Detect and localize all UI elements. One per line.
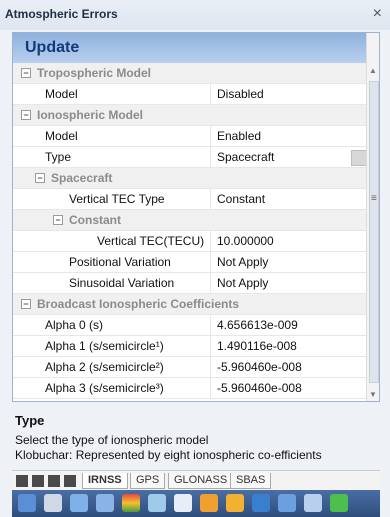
panel-header-label: Update xyxy=(25,39,80,56)
property-grid: − Tropospheric Model Model Disabled − Io… xyxy=(13,63,369,399)
property-row[interactable]: Alpha 2 (s/semicircle²) -5.960460e-008 xyxy=(13,357,369,378)
category-label: Broadcast Ionospheric Coefficients xyxy=(37,297,240,311)
property-row[interactable]: Model Enabled xyxy=(13,126,369,147)
app-icon[interactable] xyxy=(148,494,166,512)
property-row[interactable]: Vertical TEC(TECU) 10.000000 xyxy=(13,231,369,252)
app-icon[interactable] xyxy=(70,494,88,512)
collapse-icon[interactable]: − xyxy=(53,215,63,225)
property-row[interactable]: Alpha 1 (s/semicircle¹) 1.490116e-008 xyxy=(13,336,369,357)
category-label: Constant xyxy=(69,213,121,227)
property-name: Model xyxy=(45,129,78,143)
category-ionospheric-model[interactable]: − Ionospheric Model xyxy=(13,105,369,126)
app-icon[interactable] xyxy=(18,494,36,512)
property-name: Model xyxy=(45,87,78,101)
collapse-icon[interactable]: − xyxy=(21,299,31,309)
app-icon[interactable] xyxy=(330,494,348,512)
taskbar xyxy=(12,490,380,517)
app-icon[interactable] xyxy=(252,494,270,512)
property-value[interactable]: Not Apply xyxy=(210,252,365,272)
next-tab-icon[interactable] xyxy=(48,475,60,487)
description-title: Type xyxy=(15,413,45,428)
property-value[interactable]: 4.656613e-009 xyxy=(210,315,365,335)
last-tab-icon[interactable] xyxy=(64,475,76,487)
property-value[interactable]: Not Apply xyxy=(210,273,365,293)
collapse-icon[interactable]: − xyxy=(21,110,31,120)
property-value[interactable]: -5.960460e-008 xyxy=(210,378,365,398)
dropdown-arrow-icon[interactable] xyxy=(351,150,367,166)
scroll-up-icon[interactable]: ▲ xyxy=(369,66,377,75)
category-label: Ionospheric Model xyxy=(37,108,144,122)
app-icon[interactable] xyxy=(122,494,140,512)
close-icon[interactable]: × xyxy=(373,5,382,23)
first-tab-icon[interactable] xyxy=(16,475,28,487)
property-row[interactable]: Positional Variation Not Apply xyxy=(13,252,369,273)
property-row[interactable]: Sinusoidal Variation Not Apply xyxy=(13,273,369,294)
property-value[interactable]: Constant xyxy=(210,189,365,209)
tab-irnss[interactable]: IRNSS xyxy=(82,473,128,489)
property-name: Alpha 1 (s/semicircle¹) xyxy=(45,339,164,353)
vertical-scrollbar[interactable]: ▲ ≡ ▼ xyxy=(366,33,379,401)
scroll-grip-icon: ≡ xyxy=(371,193,377,204)
category-label: Spacecraft xyxy=(51,171,113,185)
sheet-tab-bar: IRNSS GPS GLONASS SBAS xyxy=(12,470,380,491)
property-row[interactable]: Type Spacecraft xyxy=(13,147,369,168)
app-icon[interactable] xyxy=(278,494,296,512)
property-panel: Update − Tropospheric Model Model Disabl… xyxy=(12,32,380,402)
property-value[interactable]: 1.490116e-008 xyxy=(210,336,365,356)
category-constant[interactable]: − Constant xyxy=(13,210,369,231)
description-text: Select the type of ionospheric model xyxy=(15,433,209,447)
category-tropospheric-model[interactable]: − Tropospheric Model xyxy=(13,63,369,84)
property-name: Alpha 0 (s) xyxy=(45,318,104,332)
category-broadcast-ionospheric-coefficients[interactable]: − Broadcast Ionospheric Coefficients xyxy=(13,294,369,315)
property-value[interactable]: Disabled xyxy=(210,84,365,104)
app-icon[interactable] xyxy=(304,494,322,512)
property-row[interactable]: Alpha 0 (s) 4.656613e-009 xyxy=(13,315,369,336)
property-row[interactable]: Alpha 3 (s/semicircle³) -5.960460e-008 xyxy=(13,378,369,399)
app-icon[interactable] xyxy=(200,494,218,512)
tab-sbas[interactable]: SBAS xyxy=(230,473,272,489)
tab-glonass[interactable]: GLONASS xyxy=(168,473,234,489)
category-spacecraft[interactable]: − Spacecraft xyxy=(13,168,369,189)
window-title: Atmospheric Errors xyxy=(5,7,118,21)
tab-gps[interactable]: GPS xyxy=(130,473,166,489)
property-value[interactable]: Enabled xyxy=(210,126,365,146)
property-row[interactable]: Vertical TEC Type Constant xyxy=(13,189,369,210)
app-icon[interactable] xyxy=(174,494,192,512)
collapse-icon[interactable]: − xyxy=(35,173,45,183)
property-row[interactable]: Model Disabled xyxy=(13,84,369,105)
category-label: Tropospheric Model xyxy=(37,66,152,80)
property-name: Alpha 2 (s/semicircle²) xyxy=(45,360,164,374)
previous-tab-icon[interactable] xyxy=(32,475,44,487)
collapse-icon[interactable]: − xyxy=(21,68,31,78)
property-value[interactable]: -5.960460e-008 xyxy=(210,357,365,377)
window-titlebar: Atmospheric Errors × xyxy=(0,0,390,30)
panel-header: Update xyxy=(13,33,379,64)
property-name: Alpha 3 (s/semicircle³) xyxy=(45,381,164,395)
app-icon[interactable] xyxy=(226,494,244,512)
scroll-down-icon[interactable]: ▼ xyxy=(369,390,377,399)
property-value[interactable]: 10.000000 xyxy=(210,231,365,251)
app-icon[interactable] xyxy=(44,494,62,512)
property-name: Type xyxy=(45,150,72,164)
scroll-thumb[interactable] xyxy=(369,81,379,383)
app-icon[interactable] xyxy=(96,494,114,512)
description-text: Klobuchar: Represented by eight ionosphe… xyxy=(15,448,322,462)
property-value[interactable]: Spacecraft xyxy=(210,147,365,167)
